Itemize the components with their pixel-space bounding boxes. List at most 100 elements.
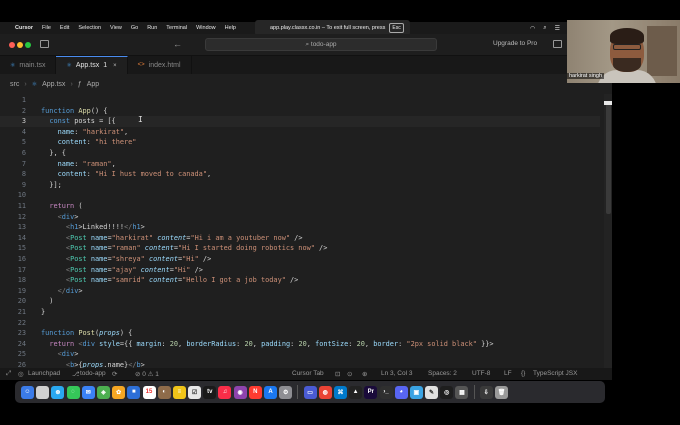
status-sync-icon[interactable]: ⟳ (112, 370, 117, 378)
terminal-icon[interactable]: ›_ (379, 385, 393, 399)
vscode-icon[interactable]: ⌘ (333, 385, 347, 399)
reminders-icon[interactable]: ☑ (188, 385, 202, 399)
status-cursor-tab[interactable]: Cursor Tab (292, 370, 324, 377)
app-store-icon[interactable]: A (264, 385, 277, 399)
preview-icon[interactable]: ▣ (409, 385, 423, 399)
code-line[interactable]: 13 <h1>Linked!!!!</h1> (0, 222, 600, 233)
code-line[interactable]: 5 content: "hi there" (0, 137, 600, 148)
code-line[interactable]: 12 <div> (0, 212, 600, 223)
status-spaces[interactable]: Spaces: 2 (428, 370, 457, 377)
podcasts-icon[interactable]: ◉ (233, 385, 247, 399)
code-line[interactable]: 11 return ( (0, 201, 600, 212)
code-line[interactable]: 1 (0, 95, 600, 106)
code-line[interactable]: 17 <Post name="ajay" content="Hi" /> (0, 265, 600, 276)
menu-view[interactable]: View (110, 25, 122, 31)
code-line[interactable]: 2 function App() { (0, 106, 600, 117)
discord-icon[interactable]: ◕ (394, 385, 408, 399)
breadcrumb-symbol[interactable]: App (87, 81, 99, 88)
command-search-input[interactable]: ⌕ todo-app (205, 38, 437, 51)
status-language[interactable]: TypeScript JSX (533, 370, 577, 377)
facetime-icon[interactable]: ■ (127, 385, 141, 399)
code-line[interactable]: 3 const posts = [{ (0, 116, 600, 127)
menu-terminal[interactable]: Terminal (166, 25, 187, 31)
apple-tv-icon[interactable]: tv (203, 385, 217, 399)
menu-run[interactable]: Run (147, 25, 157, 31)
news-icon[interactable]: N (248, 385, 262, 399)
menu-go[interactable]: Go (131, 25, 138, 31)
menu-window[interactable]: Window (196, 25, 216, 31)
tab-app-tsx[interactable]: ⚛ App.tsx 1 × (56, 56, 128, 74)
status-problems[interactable]: ⊘ 0 ⚠ 1 (135, 370, 159, 378)
premiere-icon[interactable]: Pr (364, 385, 378, 399)
status-eol[interactable]: LF (504, 370, 512, 377)
menu-help[interactable]: Help (225, 25, 236, 31)
back-arrow-icon[interactable]: ← (173, 39, 182, 49)
code-line[interactable]: 15 <Post name="raman" content="Hi I star… (0, 243, 600, 254)
system-settings-icon[interactable]: ⚙ (279, 385, 293, 399)
menu-edit[interactable]: Edit (60, 25, 69, 31)
code-line[interactable]: 7 name: "raman", (0, 159, 600, 170)
wifi-icon[interactable]: ◠ (530, 25, 535, 32)
breadcrumb-folder[interactable]: src (10, 81, 19, 88)
cursor-app-icon[interactable]: ▲ (349, 385, 363, 399)
fullscreen-window-button[interactable] (25, 42, 31, 48)
textedit-icon[interactable]: ✎ (425, 385, 439, 399)
zoom-icon[interactable]: ▭ (303, 385, 317, 399)
tab-index-html[interactable]: <> index.html (128, 56, 192, 74)
music-icon[interactable]: ♫ (218, 385, 232, 399)
maps-icon[interactable]: ◈ (96, 385, 110, 399)
code-line[interactable]: 14 <Post name="harkirat" content="Hi i a… (0, 233, 600, 244)
code-line[interactable]: 6 }, { (0, 148, 600, 159)
chrome-icon[interactable]: ◍ (318, 385, 332, 399)
calendar-icon[interactable]: 15 (142, 385, 156, 399)
code-line[interactable]: 25 <div> (0, 349, 600, 360)
status-branch[interactable]: todo-app (80, 370, 106, 377)
participant-tile[interactable] (604, 101, 612, 105)
remote-icon[interactable]: ⤢ (6, 370, 11, 378)
status-position[interactable]: Ln 3, Col 3 (381, 370, 412, 377)
safari-icon[interactable]: ⊛ (51, 385, 65, 399)
status-encoding[interactable]: UTF-8 (472, 370, 490, 377)
toggle-panel-icon[interactable] (553, 40, 562, 48)
code-line[interactable]: 24 return <div style={{ margin: 20, bord… (0, 339, 600, 350)
code-line[interactable]: 23 function Post(props) { (0, 328, 600, 339)
code-line[interactable]: 18 <Post name="samrid" content="Hello I … (0, 275, 600, 286)
editor-scrollbar[interactable] (604, 94, 612, 368)
notes-icon[interactable]: ≡ (172, 385, 186, 399)
scrollbar-thumb[interactable] (606, 104, 611, 214)
obs-icon[interactable]: ◎ (440, 385, 454, 399)
code-line[interactable]: 22 (0, 318, 600, 329)
trash-icon[interactable]: 🗑 (495, 385, 508, 399)
code-line[interactable]: 19 </div> (0, 286, 600, 297)
minimize-window-button[interactable] (17, 42, 23, 48)
close-window-button[interactable] (9, 42, 15, 48)
menu-file[interactable]: File (42, 25, 51, 31)
code-line[interactable]: 8 content: "Hi I hust moved to canada", (0, 169, 600, 180)
upgrade-to-pro-button[interactable]: Upgrade to Pro (493, 40, 537, 47)
photos-icon[interactable]: ✿ (112, 385, 126, 399)
status-launchpad[interactable]: Launchpad (28, 370, 60, 377)
tab-main-tsx[interactable]: ⚛ main.tsx (0, 56, 57, 74)
code-line[interactable]: 20 ) (0, 296, 600, 307)
code-line[interactable]: 26 <b>{props.name}</b> (0, 360, 600, 368)
screenshot-icon[interactable]: ▦ (455, 385, 469, 399)
code-line[interactable]: 10 (0, 190, 600, 201)
menu-selection[interactable]: Selection (78, 25, 101, 31)
contacts-icon[interactable]: ◐ (157, 385, 171, 399)
close-tab-icon[interactable]: × (113, 63, 117, 69)
mail-icon[interactable]: ✉ (81, 385, 95, 399)
menu-app-name[interactable]: Cursor (15, 25, 33, 31)
launchpad-app-icon[interactable] (36, 385, 50, 399)
code-line[interactable]: 16 <Post name="shreya" content="Hi" /> (0, 254, 600, 265)
search-icon[interactable]: ⌕ (543, 25, 546, 32)
code-line[interactable]: 4 name: "harkirat", (0, 127, 600, 138)
finder-icon[interactable]: ☺ (21, 385, 34, 399)
breadcrumb-file[interactable]: App.tsx (42, 81, 65, 88)
downloads-icon[interactable]: ⇩ (479, 385, 493, 399)
toggle-sidebar-icon[interactable] (40, 40, 49, 48)
messages-icon[interactable]: ◌ (66, 385, 80, 399)
control-center-icon[interactable]: ☰ (555, 25, 560, 32)
code-line[interactable]: 21} (0, 307, 600, 318)
code-editor[interactable]: 1 2 function App() {3 const posts = [{4 na… (0, 94, 612, 368)
code-line[interactable]: 9 }]; (0, 180, 600, 191)
